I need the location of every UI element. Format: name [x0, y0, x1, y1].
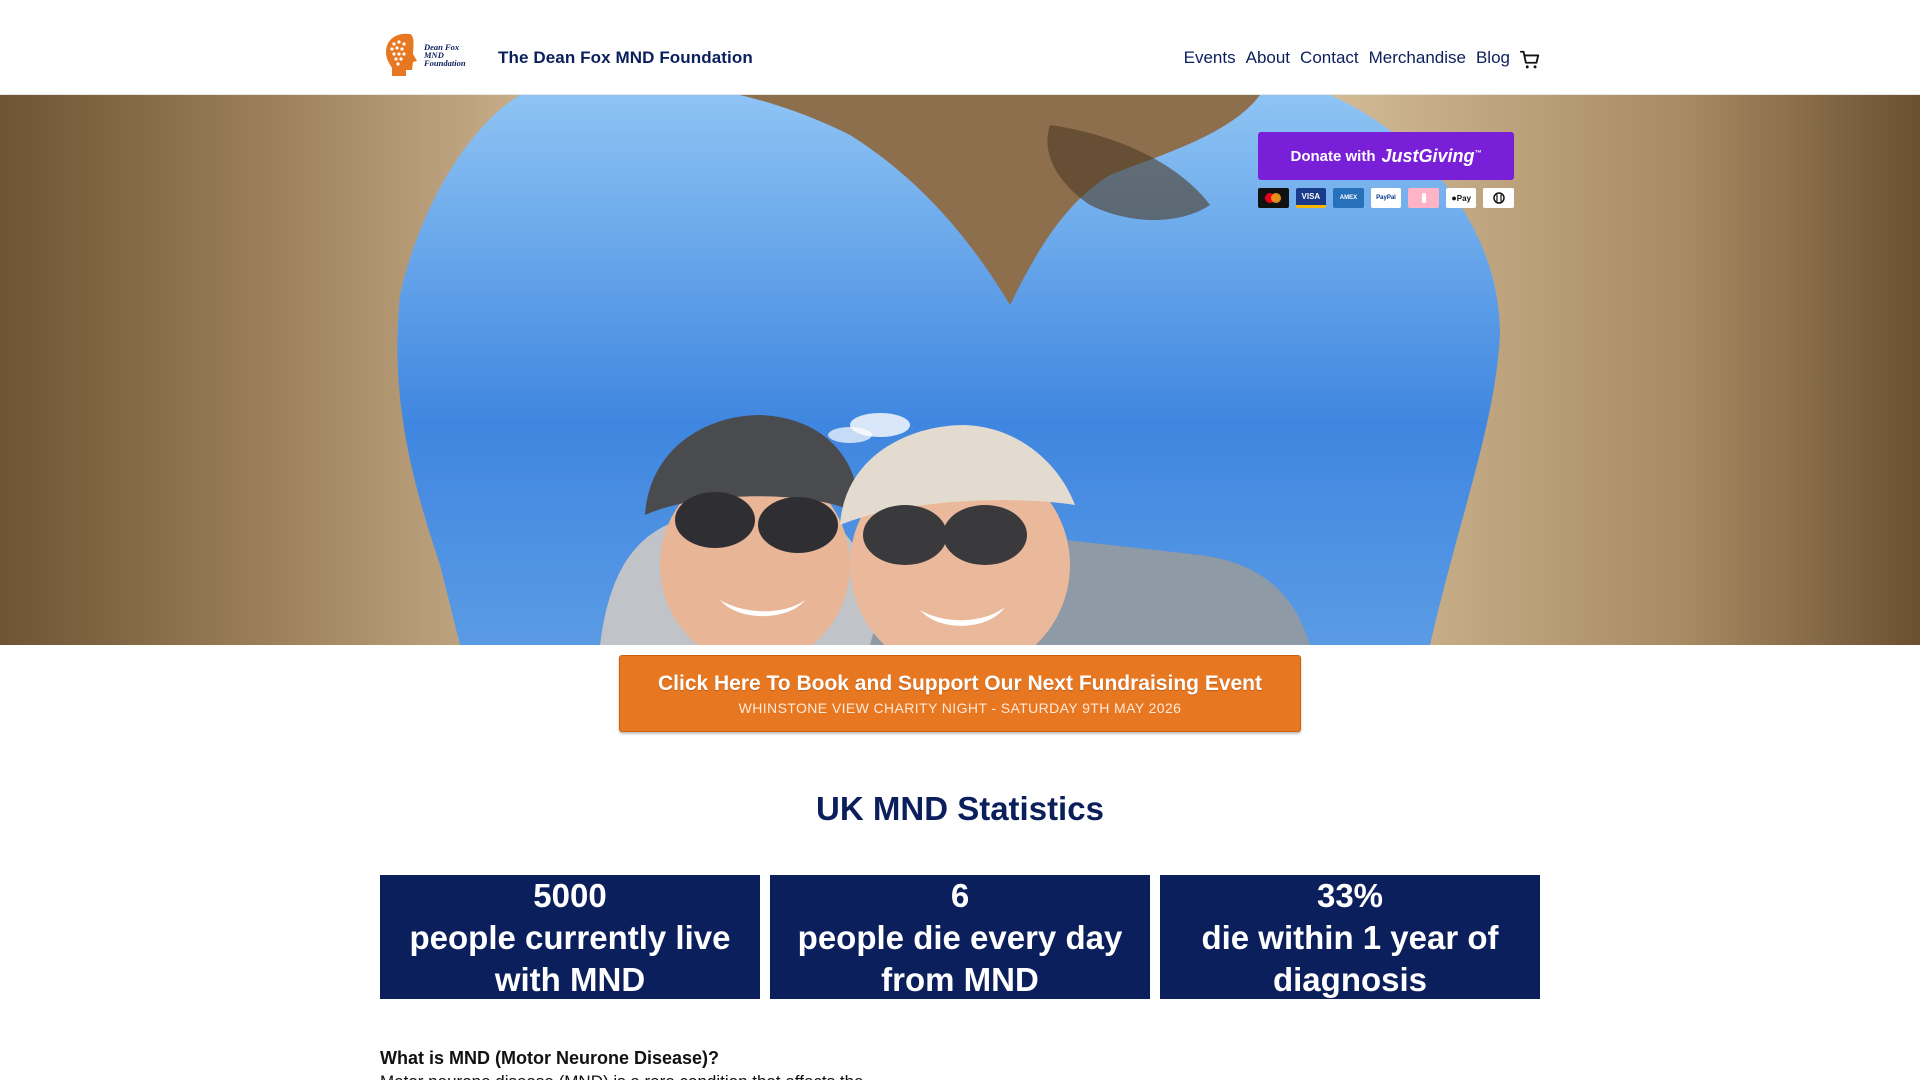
- stat-value: 33%: [1316, 877, 1384, 914]
- donate-justgiving-button[interactable]: Donate with JustGiving™: [1258, 132, 1514, 180]
- stat-label: people die every day from MND: [797, 919, 1123, 998]
- justgiving-logo: JustGiving™: [1381, 145, 1482, 166]
- cta-subtitle: WHINSTONE VIEW CHARITY NIGHT - SATURDAY …: [738, 700, 1182, 716]
- klarna-icon: [1408, 188, 1439, 208]
- hero-photo: [0, 95, 1920, 645]
- applepay-icon: ● Pay: [1445, 188, 1477, 208]
- cta-title: Click Here To Book and Support Our Next …: [657, 672, 1263, 695]
- amex-icon: AMEX: [1333, 188, 1364, 208]
- nav-blog[interactable]: Blog: [1476, 48, 1510, 68]
- logo-text: Dean Fox MND Foundation: [424, 42, 466, 68]
- stat-card: 33% die within 1 year of diagnosis: [1160, 875, 1540, 999]
- site-header: Dean Fox MND Foundation The Dean Fox MND…: [0, 0, 1920, 95]
- mnd-question-heading: What is MND (Motor Neurone Disease)?: [380, 1048, 720, 1068]
- payment-methods: VISA AMEX PayPal ● Pay: [1258, 188, 1515, 208]
- visa-icon: VISA: [1295, 188, 1327, 208]
- nav-about[interactable]: About: [1246, 48, 1290, 68]
- mnd-description: Motor neurone disease (MND) is a rare co…: [380, 1072, 863, 1080]
- stat-label: people currently live with MND: [409, 919, 731, 998]
- donate-label: Donate with: [1290, 147, 1376, 165]
- mastercard-icon: [1258, 188, 1289, 208]
- stat-card: 6 people die every day from MND: [770, 875, 1150, 999]
- book-event-button[interactable]: Click Here To Book and Support Our Next …: [619, 655, 1301, 732]
- stat-value: 5000: [533, 877, 607, 914]
- hero-image: [0, 95, 1920, 645]
- nav-events[interactable]: Events: [1184, 48, 1236, 68]
- site-logo[interactable]: Dean Fox MND Foundation: [380, 28, 480, 82]
- main-nav: Events About Contact Merchandise Blog: [1184, 48, 1510, 68]
- paypal-icon: PayPal: [1370, 188, 1402, 208]
- stats-heading: UK MND Statistics: [816, 790, 1104, 827]
- site-title[interactable]: The Dean Fox MND Foundation: [498, 48, 753, 68]
- nav-contact[interactable]: Contact: [1300, 48, 1359, 68]
- stat-label: die within 1 year of diagnosis: [1201, 919, 1499, 998]
- stat-value: 6: [950, 877, 970, 914]
- logo-head-icon: [386, 33, 417, 76]
- stat-card: 5000 people currently live with MND: [380, 875, 760, 999]
- dinersclub-icon: [1483, 188, 1515, 208]
- nav-merchandise[interactable]: Merchandise: [1369, 48, 1466, 68]
- cart-icon[interactable]: [1519, 49, 1541, 71]
